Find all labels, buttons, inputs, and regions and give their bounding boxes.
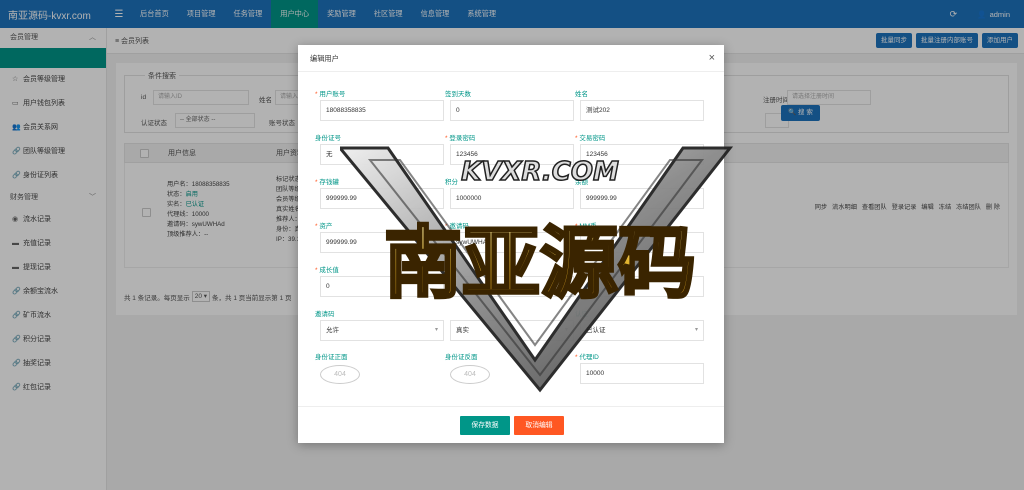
field-label-text: 身份证正面	[315, 354, 348, 361]
chevron-down-icon: ▾	[564, 327, 568, 333]
field-label: * 成长值	[315, 264, 339, 274]
chevron-down-icon: ▾	[434, 327, 438, 333]
field-label: 积分	[445, 176, 458, 186]
field-input[interactable]: 999999.99	[580, 188, 704, 209]
field-input[interactable]: 已认证 ▾	[580, 320, 704, 341]
field-input[interactable]: 测试202	[580, 100, 704, 121]
field-value: 已认证	[586, 327, 606, 334]
save-button[interactable]: 保存数据	[460, 416, 510, 435]
field-value: 无	[326, 151, 333, 158]
field-label: * 交易密码	[575, 132, 605, 142]
field-input[interactable]: sywUWHAd	[450, 232, 574, 253]
field-label-text: 积分	[445, 179, 458, 186]
field-label-text: 成长值	[319, 267, 339, 274]
field-input[interactable]	[580, 232, 704, 253]
field-value: 允许	[326, 327, 339, 334]
field-label-text: 身份证号	[315, 135, 341, 142]
field-label: 身份证正面	[315, 351, 348, 361]
modal-title: 编辑用户	[310, 54, 339, 63]
id-card-image[interactable]: 404	[450, 365, 490, 384]
field-label-text: 邀请码	[449, 223, 469, 230]
field-input[interactable]	[580, 276, 704, 297]
field-label-text: 用户账号	[319, 91, 346, 98]
field-input[interactable]: 18088358835	[320, 100, 444, 121]
field-value: 999999.99	[326, 239, 357, 246]
field-label: 认证	[575, 308, 588, 318]
field-input[interactable]: 0	[450, 100, 574, 121]
field-value: 真实	[456, 327, 469, 334]
field-label: 签到天数	[445, 88, 471, 98]
field-label: * 登录密码	[445, 132, 475, 142]
field-input[interactable]: 无	[320, 144, 444, 165]
field-label: * 用户账号	[315, 88, 345, 98]
field-label-text: 姓名	[575, 91, 588, 98]
field-value: 0	[456, 107, 460, 114]
field-label: 姓名	[575, 88, 588, 98]
field-input[interactable]: 0	[320, 276, 444, 297]
cancel-button[interactable]: 取消编辑	[514, 416, 564, 435]
field-label-text: 认证	[575, 311, 588, 318]
field-value: 1000000	[456, 195, 482, 202]
field-label: 身份证反面	[445, 351, 478, 361]
field-label-text: 签到天数	[445, 91, 471, 98]
field-label: * 存钱罐	[315, 176, 339, 186]
close-icon[interactable]: ×	[709, 45, 715, 72]
field-input[interactable]: 999999.99	[320, 188, 444, 209]
field-value: 10000	[586, 370, 605, 377]
field-value: sywUWHAd	[456, 239, 491, 246]
modal-footer: 保存数据 取消编辑	[298, 406, 724, 443]
field-label-text: 邀请码	[315, 311, 335, 318]
edit-user-modal: 编辑用户 × * 用户账号 18088358835 签到天数 0 姓名测试202 身份证号…	[298, 45, 724, 443]
field-value: 18088358835	[326, 107, 366, 114]
field-label-text: 代理ID	[579, 354, 599, 361]
field-input[interactable]: 1000000	[450, 188, 574, 209]
field-input[interactable]: 123456	[450, 144, 574, 165]
id-card-image[interactable]: 404	[320, 365, 360, 384]
field-label: * 邀请码	[445, 220, 469, 230]
field-value: 测试202	[586, 107, 610, 114]
field-label-text: 资产	[319, 223, 333, 230]
field-value: 999999.99	[326, 195, 357, 202]
field-label: 余额	[575, 176, 588, 186]
field-value: 123456	[456, 151, 478, 158]
field-label: * 资产	[315, 220, 332, 230]
field-value: 999999.99	[586, 195, 617, 202]
field-label-text: 存钱罐	[319, 179, 339, 186]
field-value: 123456	[586, 151, 608, 158]
field-input[interactable]: 999999.99	[320, 232, 444, 253]
field-label-text: MM币	[579, 223, 597, 230]
field-label: * 代理ID	[575, 351, 599, 361]
field-input[interactable]: 真实 ▾	[450, 320, 574, 341]
field-label: * MM币	[575, 220, 597, 230]
field-input[interactable]: 允许 ▾	[320, 320, 444, 341]
field-label: 身份证号	[315, 132, 341, 142]
field-label-text: 身份证反面	[445, 354, 478, 361]
field-label-text: 余额	[575, 179, 588, 186]
chevron-down-icon: ▾	[694, 327, 698, 333]
field-input[interactable]: 123456	[580, 144, 704, 165]
field-label-text: 登录密码	[449, 135, 476, 142]
field-value: 0	[326, 283, 330, 290]
field-input[interactable]	[450, 276, 574, 297]
field-label: 邀请码	[315, 308, 335, 318]
field-input[interactable]: 10000	[580, 363, 704, 384]
modal-header: 编辑用户 ×	[298, 45, 724, 72]
field-label-text: 交易密码	[579, 135, 606, 142]
